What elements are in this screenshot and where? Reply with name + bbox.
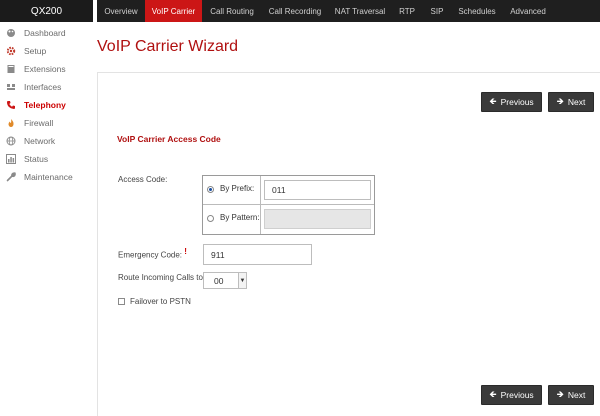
tab-call-routing[interactable]: Call Routing — [202, 0, 262, 22]
next-button-label: Next — [567, 390, 586, 400]
sidebar-item-label: Interfaces — [24, 82, 62, 92]
sidebar-item-label: Dashboard — [24, 28, 66, 38]
tab-schedules[interactable]: Schedules — [452, 0, 502, 22]
emergency-code-input[interactable]: 911 — [203, 244, 312, 265]
access-code-box: By Prefix: By Pattern: 011 — [202, 175, 375, 235]
by-pattern-input[interactable] — [264, 209, 371, 229]
arrow-right-icon: 🡺 — [556, 389, 564, 399]
arrow-left-icon: 🡸 — [489, 96, 497, 106]
sidebar: QX200 Dashboard Setup Extensions Interfa… — [0, 0, 93, 416]
sidebar-item-label: Maintenance — [24, 172, 73, 182]
phone-icon — [6, 100, 16, 110]
sidebar-item-network[interactable]: Network — [6, 134, 55, 148]
sidebar-item-status[interactable]: Status — [6, 152, 48, 166]
route-incoming-value: 00 — [214, 275, 224, 286]
top-navigation: Overview VoIP Carrier Call Routing Call … — [97, 0, 600, 22]
network-ports-icon — [6, 82, 16, 92]
by-prefix-label: By Prefix: — [220, 184, 255, 193]
previous-button-label: Previous — [500, 97, 534, 107]
emergency-code-text: Emergency Code: — [118, 250, 183, 260]
gear-icon — [6, 46, 16, 56]
sidebar-item-firewall[interactable]: Firewall — [6, 116, 53, 130]
sidebar-item-dashboard[interactable]: Dashboard — [6, 26, 66, 40]
sidebar-item-label: Extensions — [24, 64, 66, 74]
tab-call-recording[interactable]: Call Recording — [262, 0, 328, 22]
previous-button-bottom[interactable]: 🡸 Previous — [481, 385, 542, 405]
sidebar-item-label: Network — [24, 136, 56, 146]
sidebar-item-label: Telephony — [24, 100, 66, 110]
next-button-top[interactable]: 🡺 Next — [548, 92, 594, 112]
by-prefix-radio[interactable] — [207, 186, 214, 193]
route-incoming-select[interactable]: 00 ▼ — [203, 272, 247, 289]
chevron-down-icon: ▼ — [238, 273, 246, 288]
failover-checkbox[interactable] — [118, 298, 125, 305]
section-title: VoIP Carrier Access Code — [117, 134, 221, 144]
access-code-label: Access Code: — [118, 175, 168, 184]
sidebar-item-label: Setup — [24, 46, 47, 56]
sidebar-item-label: Status — [24, 154, 49, 164]
sidebar-item-maintenance[interactable]: Maintenance — [6, 170, 73, 184]
next-button-label: Next — [567, 97, 586, 107]
sidebar-item-label: Firewall — [24, 118, 54, 128]
sidebar-item-interfaces[interactable]: Interfaces — [6, 80, 61, 94]
arrow-left-icon: 🡸 — [489, 389, 497, 399]
tab-nat-traversal[interactable]: NAT Traversal — [328, 0, 392, 22]
page-title: VoIP Carrier Wizard — [97, 38, 239, 55]
wrench-icon — [6, 172, 16, 182]
failover-label: Failover to PSTN — [130, 297, 191, 306]
next-button-bottom[interactable]: 🡺 Next — [548, 385, 594, 405]
by-pattern-label: By Pattern: — [220, 213, 260, 222]
sidebar-item-setup[interactable]: Setup — [6, 44, 46, 58]
tab-rtp[interactable]: RTP — [392, 0, 422, 22]
tab-voip-carrier[interactable]: VoIP Carrier — [145, 0, 202, 22]
emergency-code-label: Emergency Code: ! — [118, 247, 187, 260]
tab-advanced[interactable]: Advanced — [502, 0, 554, 22]
arrow-right-icon: 🡺 — [556, 96, 564, 106]
book-icon — [6, 64, 16, 74]
bar-chart-icon — [6, 154, 16, 164]
sidebar-item-extensions[interactable]: Extensions — [6, 62, 66, 76]
brand-logo: QX200 — [0, 0, 93, 22]
column-divider — [260, 176, 261, 234]
globe-icon — [6, 136, 16, 146]
previous-button-label: Previous — [500, 390, 534, 400]
route-incoming-label: Route Incoming Calls to: — [118, 273, 206, 282]
wizard-panel — [97, 72, 600, 416]
by-pattern-radio[interactable] — [207, 215, 214, 222]
previous-button-top[interactable]: 🡸 Previous — [481, 92, 542, 112]
tab-overview[interactable]: Overview — [97, 0, 145, 22]
required-mark: ! — [184, 247, 187, 256]
flame-icon — [6, 118, 16, 128]
palette-icon — [6, 28, 16, 38]
by-prefix-input[interactable]: 011 — [264, 180, 371, 200]
sidebar-item-telephony[interactable]: Telephony — [6, 98, 66, 112]
tab-sip[interactable]: SIP — [422, 0, 452, 22]
